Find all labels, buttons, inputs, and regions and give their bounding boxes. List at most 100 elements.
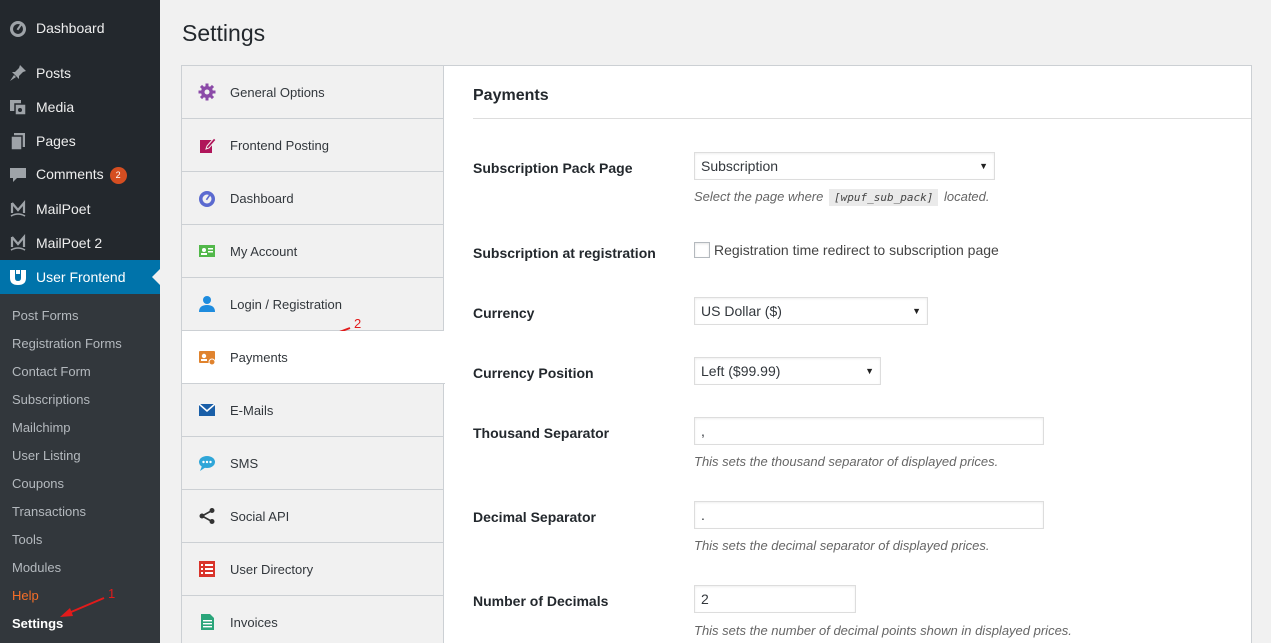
admin-sidebar: Dashboard Posts Media Pages Comments 2 Ma…: [0, 0, 160, 643]
tab-label: SMS: [230, 455, 259, 471]
invoice-icon: [197, 612, 217, 632]
mailpoet-icon: [9, 234, 27, 252]
number-of-decimals-input[interactable]: 2: [694, 585, 856, 613]
payment-icon: [197, 347, 217, 367]
tab-sms[interactable]: SMS: [182, 437, 443, 490]
menu-label-mailpoet: MailPoet: [36, 201, 91, 217]
decimal-separator-input[interactable]: .: [694, 501, 1044, 529]
tab-label: E-Mails: [230, 402, 274, 418]
annotation-number-2: 2: [354, 316, 362, 331]
menu-label-user-frontend: User Frontend: [36, 269, 126, 285]
user-frontend-submenu: Post Forms Registration Forms Contact Fo…: [0, 294, 160, 643]
submenu-settings[interactable]: Settings: [12, 616, 63, 631]
input-value: 2: [701, 591, 709, 607]
subscription-pack-description: Select the page where [wpuf_sub_pack] lo…: [694, 189, 990, 206]
submenu-mailchimp[interactable]: Mailchimp: [12, 420, 71, 435]
submenu-help[interactable]: Help: [12, 588, 39, 603]
sms-icon: [197, 453, 217, 473]
tab-label: Invoices: [230, 614, 278, 630]
tab-payments[interactable]: Payments: [182, 331, 445, 384]
comments-count-badge: 2: [109, 167, 127, 184]
email-icon: [197, 400, 217, 420]
subscription-pack-label: Subscription Pack Page: [473, 160, 633, 176]
submenu-user-listing[interactable]: User Listing: [12, 448, 81, 463]
settings-tab-nav: General Options Frontend Posting Dashboa…: [182, 66, 445, 643]
menu-item-pages[interactable]: Pages: [0, 124, 160, 158]
submenu-registration-forms[interactable]: Registration Forms: [12, 336, 122, 351]
tab-label: User Directory: [230, 561, 314, 577]
currency-select[interactable]: US Dollar ($) ▼: [694, 297, 928, 325]
registration-redirect-label[interactable]: Registration time redirect to subscripti…: [714, 242, 999, 258]
menu-label-media: Media: [36, 99, 75, 115]
submenu-tools[interactable]: Tools: [12, 532, 42, 547]
comment-icon: [9, 166, 27, 184]
menu-item-mailpoet2[interactable]: MailPoet 2: [0, 226, 160, 260]
tab-label: Social API: [230, 508, 290, 524]
chevron-down-icon: ▼: [865, 366, 874, 376]
menu-label-comments-wrap: Comments 2: [36, 166, 127, 184]
tab-user-directory[interactable]: User Directory: [182, 543, 443, 596]
pages-icon: [9, 132, 27, 150]
subscription-registration-label: Subscription at registration: [473, 245, 656, 261]
thousand-separator-description: This sets the thousand separator of disp…: [694, 454, 999, 469]
thousand-separator-label: Thousand Separator: [473, 425, 610, 441]
decimal-separator-description: This sets the decimal separator of displ…: [694, 538, 990, 553]
tab-frontend-posting[interactable]: Frontend Posting: [182, 119, 443, 172]
shortcode: [wpuf_sub_pack]: [829, 189, 939, 206]
select-value: Left ($99.99): [701, 363, 781, 379]
menu-label-pages: Pages: [36, 133, 76, 149]
section-title: Payments: [473, 87, 549, 104]
select-value: Subscription: [701, 158, 779, 174]
annotation-arrow-2: [289, 327, 351, 351]
media-icon: [9, 98, 27, 116]
decimal-separator-label: Decimal Separator: [473, 509, 596, 525]
subscription-pack-select[interactable]: Subscription ▼: [694, 152, 995, 180]
submenu-modules[interactable]: Modules: [12, 560, 61, 575]
tab-label: My Account: [230, 243, 298, 259]
gear-icon: [197, 82, 217, 102]
id-card-icon: [197, 241, 217, 261]
tab-social-api[interactable]: Social API: [182, 490, 443, 543]
submenu-subscriptions[interactable]: Subscriptions: [12, 392, 90, 407]
tab-label: Frontend Posting: [230, 137, 330, 153]
dashboard-icon: [9, 19, 27, 37]
menu-item-mailpoet[interactable]: MailPoet: [0, 192, 160, 226]
menu-item-dashboard[interactable]: Dashboard: [0, 11, 160, 45]
menu-item-media[interactable]: Media: [0, 90, 160, 124]
desc-text-pre: Select the page where: [694, 189, 824, 204]
tab-dashboard[interactable]: Dashboard: [182, 172, 443, 225]
share-icon: [197, 506, 217, 526]
submenu-post-forms[interactable]: Post Forms: [12, 308, 78, 323]
input-value: ,: [701, 423, 705, 439]
submenu-contact-form[interactable]: Contact Form: [12, 364, 91, 379]
chevron-down-icon: ▼: [912, 306, 921, 316]
page-title: Settings: [182, 20, 266, 46]
tab-general-options[interactable]: General Options: [182, 66, 443, 119]
user-frontend-icon: [9, 268, 27, 286]
menu-label-comments: Comments: [36, 166, 104, 182]
thousand-separator-input[interactable]: ,: [694, 417, 1044, 445]
menu-label-mailpoet2: MailPoet 2: [36, 235, 103, 251]
currency-label: Currency: [473, 305, 535, 321]
pin-icon: [9, 64, 27, 82]
menu-label-dashboard: Dashboard: [36, 20, 105, 36]
chevron-down-icon: ▼: [979, 161, 988, 171]
tab-my-account[interactable]: My Account: [182, 225, 443, 278]
input-value: .: [701, 507, 705, 523]
tab-login-registration[interactable]: Login / Registration: [182, 278, 443, 331]
menu-item-user-frontend[interactable]: User Frontend: [0, 260, 160, 294]
menu-item-comments[interactable]: Comments 2: [0, 158, 160, 192]
currency-position-label: Currency Position: [473, 365, 594, 381]
tab-invoices[interactable]: Invoices: [182, 596, 443, 643]
settings-container: General Options Frontend Posting Dashboa…: [181, 65, 1252, 643]
desc-text-post: located.: [943, 189, 990, 204]
tab-label: Payments: [230, 349, 288, 365]
user-icon: [197, 294, 217, 314]
currency-position-select[interactable]: Left ($99.99) ▼: [694, 357, 881, 385]
menu-item-posts[interactable]: Posts: [0, 56, 160, 90]
dashboard-gauge-icon: [197, 188, 217, 208]
registration-redirect-checkbox[interactable]: [694, 242, 710, 258]
submenu-transactions[interactable]: Transactions: [12, 504, 86, 519]
submenu-coupons[interactable]: Coupons: [12, 476, 64, 491]
tab-emails[interactable]: E-Mails: [182, 384, 443, 437]
